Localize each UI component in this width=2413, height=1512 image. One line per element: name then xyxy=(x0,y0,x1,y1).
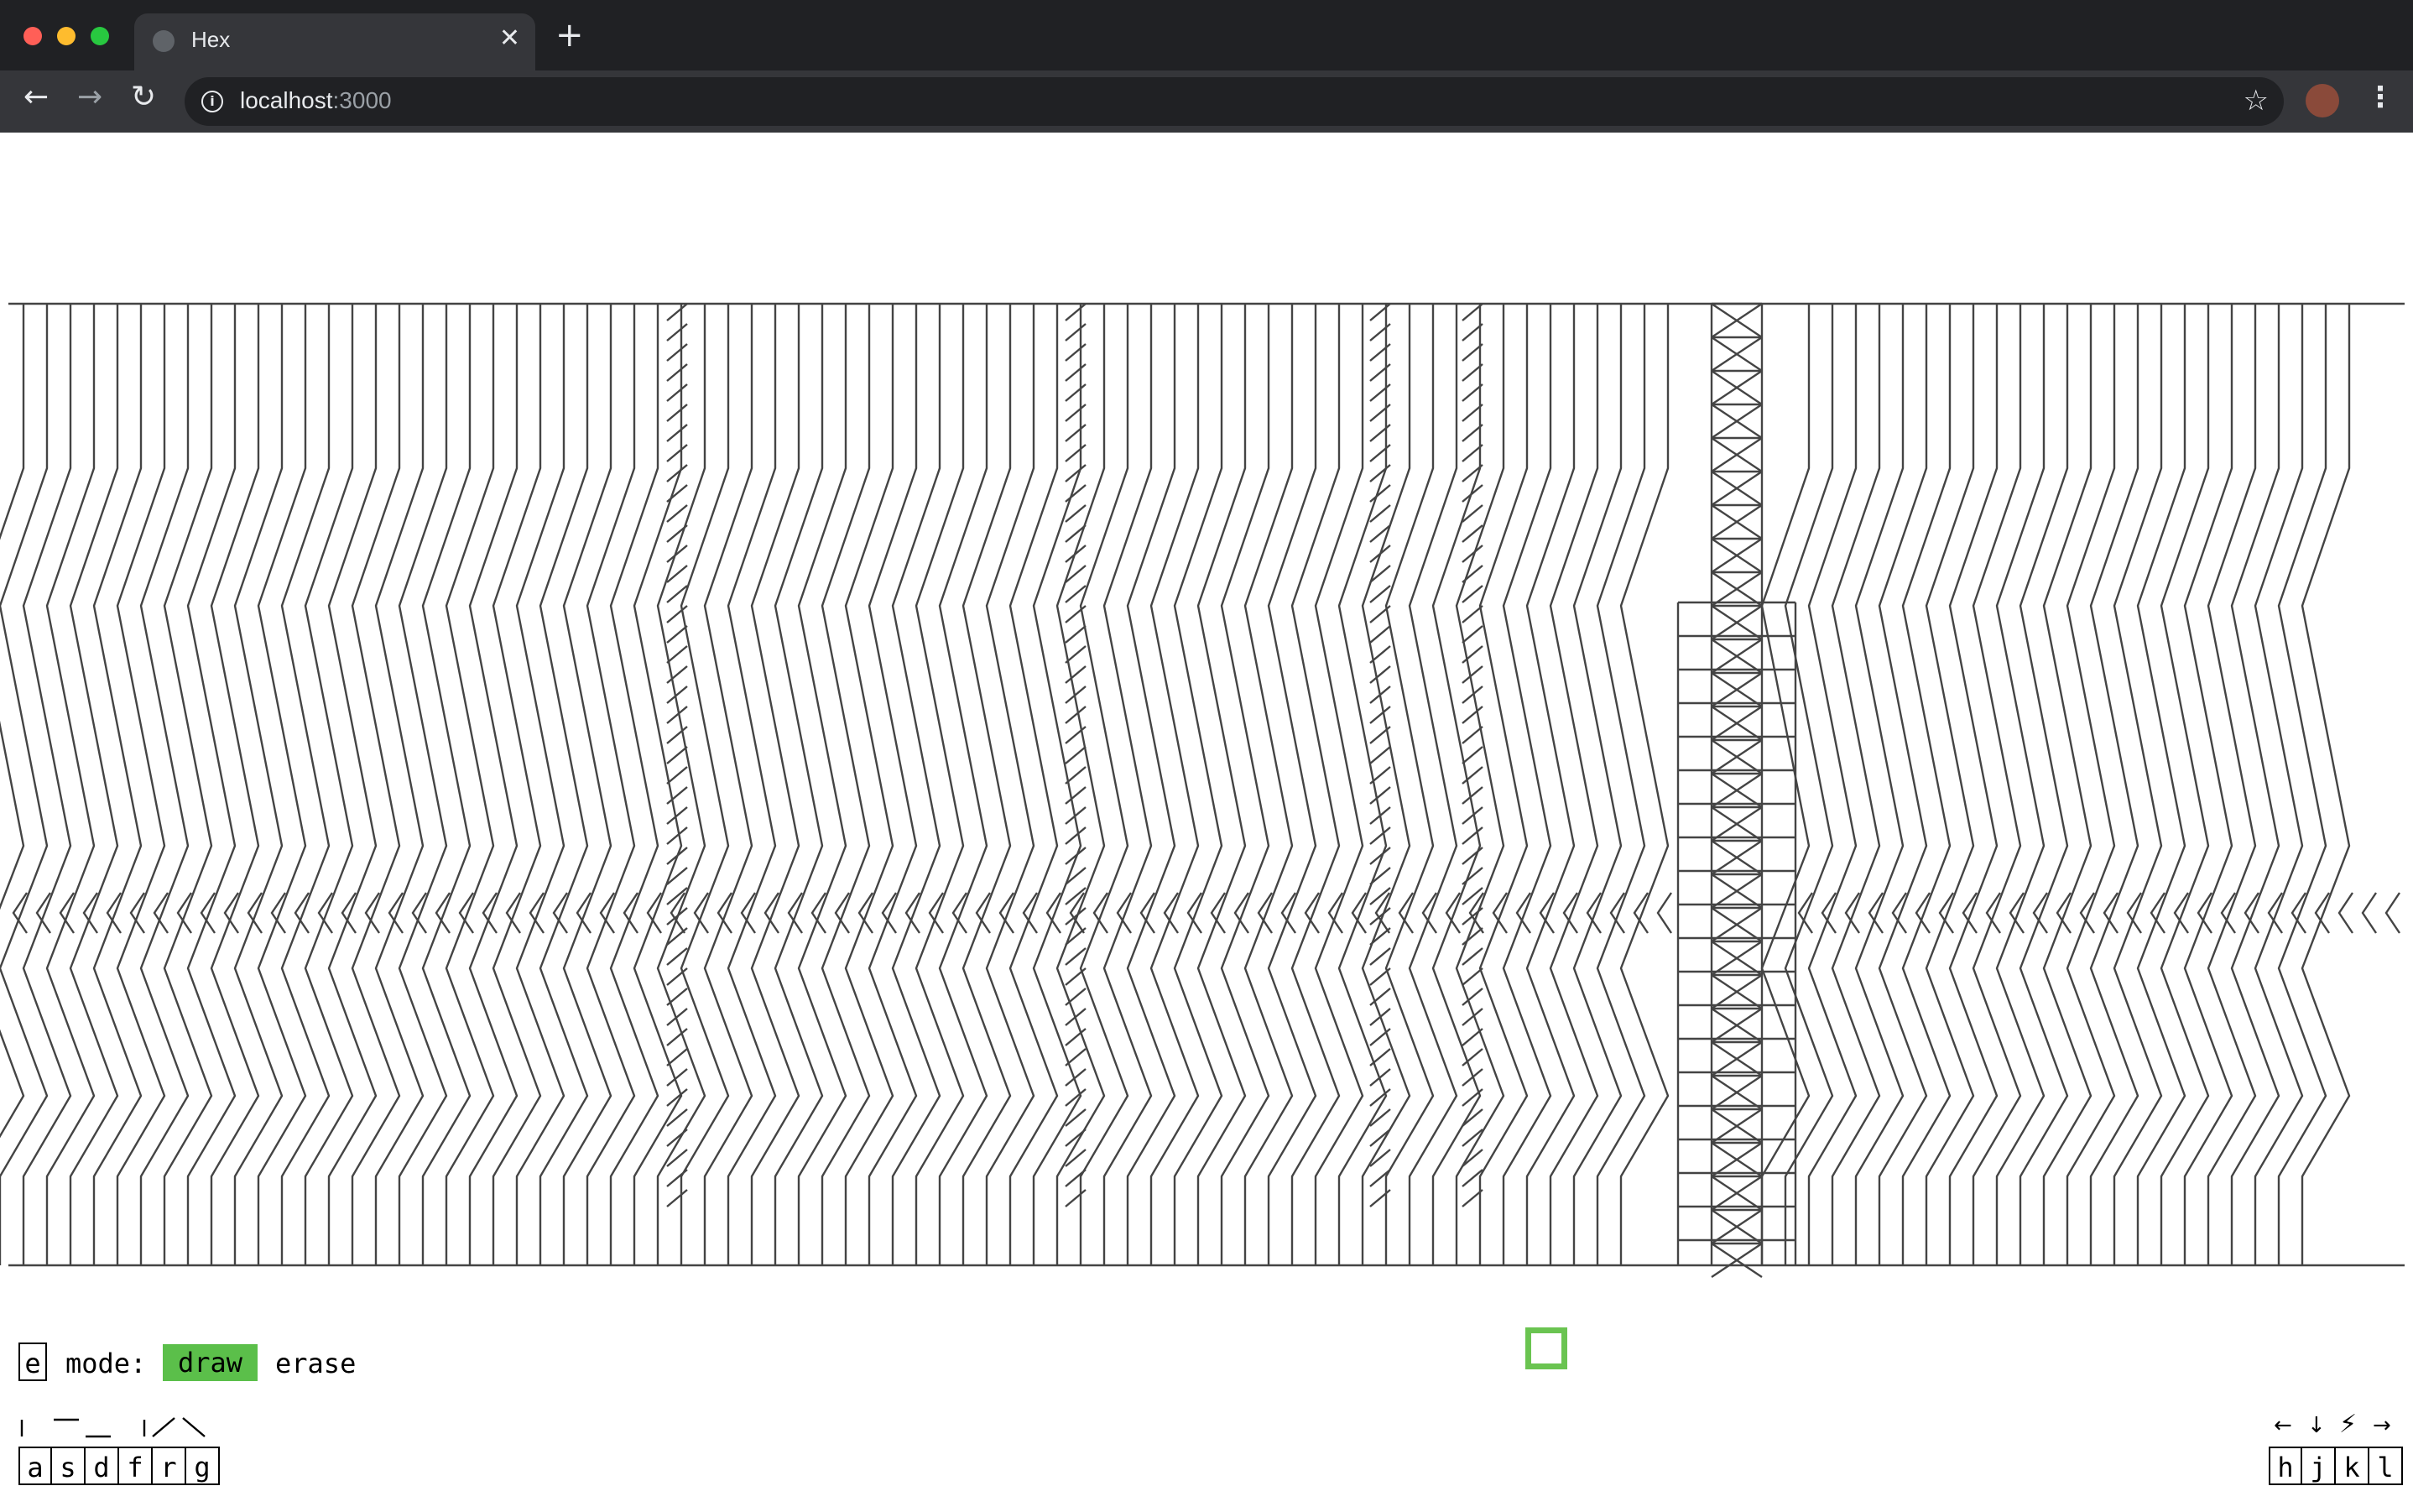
mode-erase-option[interactable]: erase xyxy=(275,1348,356,1379)
tool-key-s[interactable]: s xyxy=(52,1447,86,1485)
avatar[interactable] xyxy=(2306,84,2339,117)
nav-arrows: ← ↓ ⚡ → xyxy=(2270,1410,2405,1447)
info-icon[interactable]: i xyxy=(201,91,223,112)
nav-key-k[interactable]: k xyxy=(2336,1447,2369,1485)
right-arrow-icon: → xyxy=(2373,1413,2391,1438)
tool-key-g[interactable]: g xyxy=(186,1447,220,1485)
url-port: :3000 xyxy=(332,87,392,113)
nav-key-j[interactable]: j xyxy=(2302,1447,2336,1485)
diagonal-down-icon xyxy=(182,1417,206,1437)
tool-key-r[interactable]: r xyxy=(153,1447,186,1485)
menu-icon[interactable]: ⋮ xyxy=(2366,81,2395,114)
minimize-window-button[interactable] xyxy=(57,27,76,45)
tab-title: Hex xyxy=(191,27,231,52)
tool-key-d[interactable]: d xyxy=(86,1447,119,1485)
browser-toolbar: ← → ↻ i localhost:3000 ☆ ⋮ xyxy=(0,70,2413,133)
url-host: localhost xyxy=(240,87,333,113)
mode-label: mode: xyxy=(65,1348,147,1379)
tool-glyphs xyxy=(20,1417,206,1438)
nav-key-h[interactable]: h xyxy=(2269,1447,2302,1485)
left-arrow-icon: ← xyxy=(2274,1413,2292,1438)
diagonal-up-icon xyxy=(152,1417,175,1437)
tab-strip: Hex ✕ + xyxy=(0,0,2413,70)
lightning-icon: ⚡ xyxy=(2339,1410,2358,1439)
nav-keys: h j k l xyxy=(2269,1447,2403,1485)
mode-draw-option[interactable]: draw xyxy=(163,1344,258,1381)
down-arrow-icon: ↓ xyxy=(2307,1413,2326,1438)
nav-key-l[interactable]: l xyxy=(2369,1447,2403,1485)
tool-key-f[interactable]: f xyxy=(119,1447,153,1485)
star-icon[interactable]: ☆ xyxy=(2244,84,2269,117)
mode-key[interactable]: e xyxy=(18,1343,47,1381)
tool-key-a[interactable]: a xyxy=(18,1447,52,1485)
reload-icon[interactable]: ↻ xyxy=(131,82,156,112)
cursor-preview xyxy=(1525,1327,1567,1369)
back-icon[interactable]: ← xyxy=(23,82,49,112)
browser-chrome: Hex ✕ + ← → ↻ i localhost:3000 ☆ ⋮ xyxy=(0,0,2413,133)
tool-keys: a s d f r g xyxy=(18,1447,220,1485)
forward-icon[interactable]: → xyxy=(77,82,102,112)
url-text[interactable]: localhost:3000 xyxy=(240,87,392,114)
line-pattern xyxy=(0,302,2405,1278)
hex-drawing-canvas[interactable] xyxy=(0,133,2413,1383)
address-bar[interactable]: i localhost:3000 ☆ xyxy=(185,77,2284,126)
close-icon[interactable]: ✕ xyxy=(499,23,520,53)
close-window-button[interactable] xyxy=(23,27,42,45)
globe-icon xyxy=(153,30,175,52)
maximize-window-button[interactable] xyxy=(91,27,109,45)
tab-hex[interactable]: Hex ✕ xyxy=(134,13,535,70)
new-tab-button[interactable]: + xyxy=(555,18,584,52)
